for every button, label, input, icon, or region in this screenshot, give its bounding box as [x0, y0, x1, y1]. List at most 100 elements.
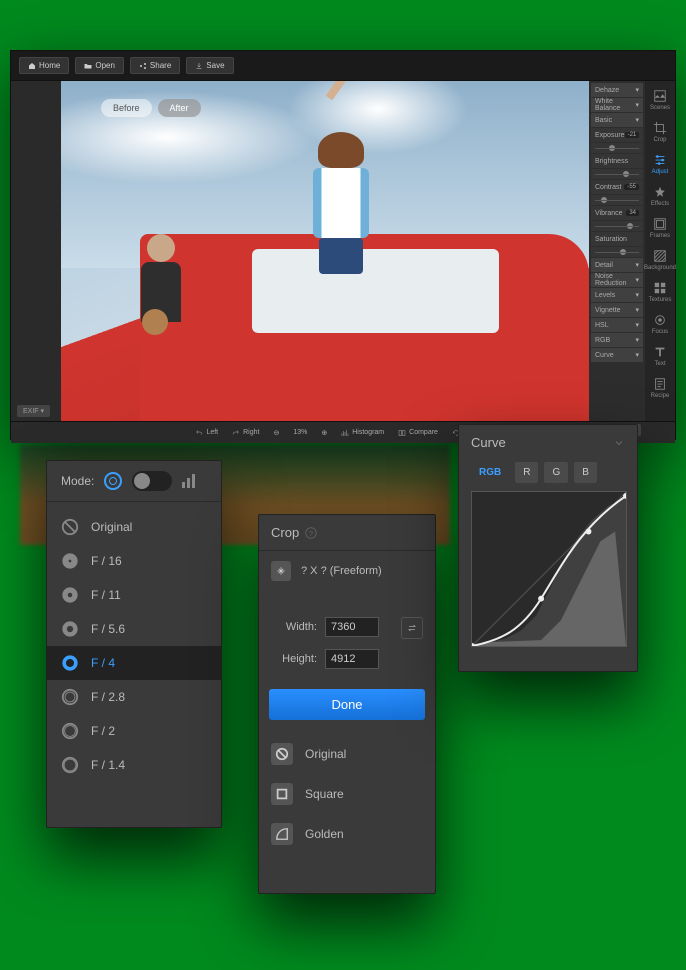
height-label: Height:: [273, 653, 317, 665]
tool-textures[interactable]: Textures: [647, 277, 673, 307]
crop-width-row: Width:: [259, 611, 435, 643]
golden-icon: [271, 823, 293, 845]
crop-preset-square[interactable]: Square: [259, 774, 435, 814]
tool-adjust[interactable]: Adjust: [647, 149, 673, 179]
vibrance-row: Vibrance34: [591, 206, 643, 220]
curve-svg: [472, 492, 626, 646]
mode-toggle[interactable]: [132, 471, 172, 491]
folder-icon: [84, 62, 92, 70]
exposure-slider[interactable]: [591, 143, 643, 153]
aperture-f16[interactable]: F / 16: [47, 544, 221, 578]
background-icon: [653, 249, 667, 263]
right-sidebar: Dehaze▾ White Balance▾ Basic▾ Exposure-2…: [589, 81, 675, 421]
aperture-f28[interactable]: F / 2.8: [47, 680, 221, 714]
aperture-f4[interactable]: F / 4: [47, 646, 221, 680]
curve-tab-g[interactable]: G: [544, 462, 568, 483]
rotate-left-button[interactable]: Left: [195, 429, 218, 437]
scenes-icon: [653, 89, 667, 103]
tool-crop[interactable]: Crop: [647, 117, 673, 147]
curve-tabs: RGB R G B: [471, 462, 625, 483]
section-levels[interactable]: Levels▾: [591, 288, 643, 302]
crop-done-button[interactable]: Done: [269, 689, 425, 720]
aperture-icon: [61, 688, 79, 706]
mode-bars-icon[interactable]: [182, 474, 195, 488]
crop-preset-original[interactable]: Original: [259, 734, 435, 774]
adjust-panel: Dehaze▾ White Balance▾ Basic▾ Exposure-2…: [589, 81, 645, 421]
aperture-f14[interactable]: F / 1.4: [47, 748, 221, 782]
after-label: After: [158, 99, 201, 117]
saturation-row: Saturation: [591, 232, 643, 246]
image-canvas[interactable]: Before After EXIF ▾: [11, 81, 589, 421]
aperture-f11[interactable]: F / 11: [47, 578, 221, 612]
compare-button[interactable]: Compare: [398, 429, 438, 437]
help-icon[interactable]: ?: [305, 527, 317, 539]
text-icon: [653, 345, 667, 359]
aperture-original[interactable]: Original: [47, 510, 221, 544]
aperture-icon: [61, 756, 79, 774]
home-button[interactable]: Home: [19, 57, 69, 74]
height-input[interactable]: [325, 649, 379, 669]
section-hsl[interactable]: HSL▾: [591, 318, 643, 332]
section-white-balance[interactable]: White Balance▾: [591, 98, 643, 112]
curve-tab-rgb[interactable]: RGB: [471, 462, 509, 483]
zoom-level[interactable]: 13%: [293, 429, 307, 436]
mode-aperture-icon[interactable]: [104, 472, 122, 490]
curve-graph[interactable]: [471, 491, 627, 647]
zoom-out-button[interactable]: ⊖: [273, 429, 279, 437]
rotate-right-button[interactable]: Right: [232, 429, 259, 437]
share-button[interactable]: Share: [130, 57, 180, 74]
aperture-icon: [61, 586, 79, 604]
crop-height-row: Height:: [259, 643, 435, 675]
textures-icon: [653, 281, 667, 295]
section-vignette[interactable]: Vignette▾: [591, 303, 643, 317]
section-detail[interactable]: Detail▾: [591, 258, 643, 272]
tool-frames[interactable]: Frames: [647, 213, 673, 243]
saturation-slider[interactable]: [591, 247, 643, 257]
freeform-icon: [271, 561, 291, 581]
mode-label: Mode:: [61, 474, 94, 488]
brightness-row: Brightness: [591, 154, 643, 168]
tool-recipe[interactable]: Recipe: [647, 373, 673, 403]
aperture-list: Original F / 16 F / 11 F / 5.6 F / 4 F /…: [47, 502, 221, 782]
curve-panel: Curve RGB R G B: [458, 424, 638, 672]
aperture-icon: [61, 552, 79, 570]
rotate-left-icon: [195, 429, 203, 437]
tool-effects[interactable]: Effects: [647, 181, 673, 211]
tool-focus[interactable]: Focus: [647, 309, 673, 339]
svg-text:?: ?: [309, 529, 313, 538]
open-button[interactable]: Open: [75, 57, 124, 74]
save-button[interactable]: Save: [186, 57, 233, 74]
section-noise-reduction[interactable]: Noise Reduction▾: [591, 273, 643, 287]
tool-background[interactable]: Background: [647, 245, 673, 275]
histogram-icon: [341, 429, 349, 437]
histogram-button[interactable]: Histogram: [341, 429, 384, 437]
curve-tab-b[interactable]: B: [574, 462, 597, 483]
crop-icon: [653, 121, 667, 135]
aperture-icon: [61, 654, 79, 672]
tool-scenes[interactable]: Scenes: [647, 85, 673, 115]
brightness-slider[interactable]: [591, 169, 643, 179]
aperture-f56[interactable]: F / 5.6: [47, 612, 221, 646]
contrast-row: Contrast-55: [591, 180, 643, 194]
aperture-icon: [61, 620, 79, 638]
section-dehaze[interactable]: Dehaze▾: [591, 83, 643, 97]
section-basic[interactable]: Basic▾: [591, 113, 643, 127]
crop-header: Crop ?: [259, 515, 435, 551]
crop-freeform-row[interactable]: ? X ? (Freeform): [259, 551, 435, 591]
vibrance-slider[interactable]: [591, 221, 643, 231]
photo-preview: [61, 81, 589, 421]
zoom-in-button[interactable]: ⊕: [321, 429, 327, 437]
curve-tab-r[interactable]: R: [515, 462, 538, 483]
contrast-slider[interactable]: [591, 195, 643, 205]
swap-dimensions-button[interactable]: [401, 617, 423, 639]
crop-preset-golden[interactable]: Golden: [259, 814, 435, 854]
aperture-f2[interactable]: F / 2: [47, 714, 221, 748]
tool-text[interactable]: Text: [647, 341, 673, 371]
width-label: Width:: [273, 621, 317, 633]
section-rgb[interactable]: RGB▾: [591, 333, 643, 347]
exif-button[interactable]: EXIF ▾: [17, 405, 50, 417]
home-icon: [28, 62, 36, 70]
section-curve[interactable]: Curve▾: [591, 348, 643, 362]
width-input[interactable]: [325, 617, 379, 637]
chevron-down-icon[interactable]: [613, 437, 625, 449]
